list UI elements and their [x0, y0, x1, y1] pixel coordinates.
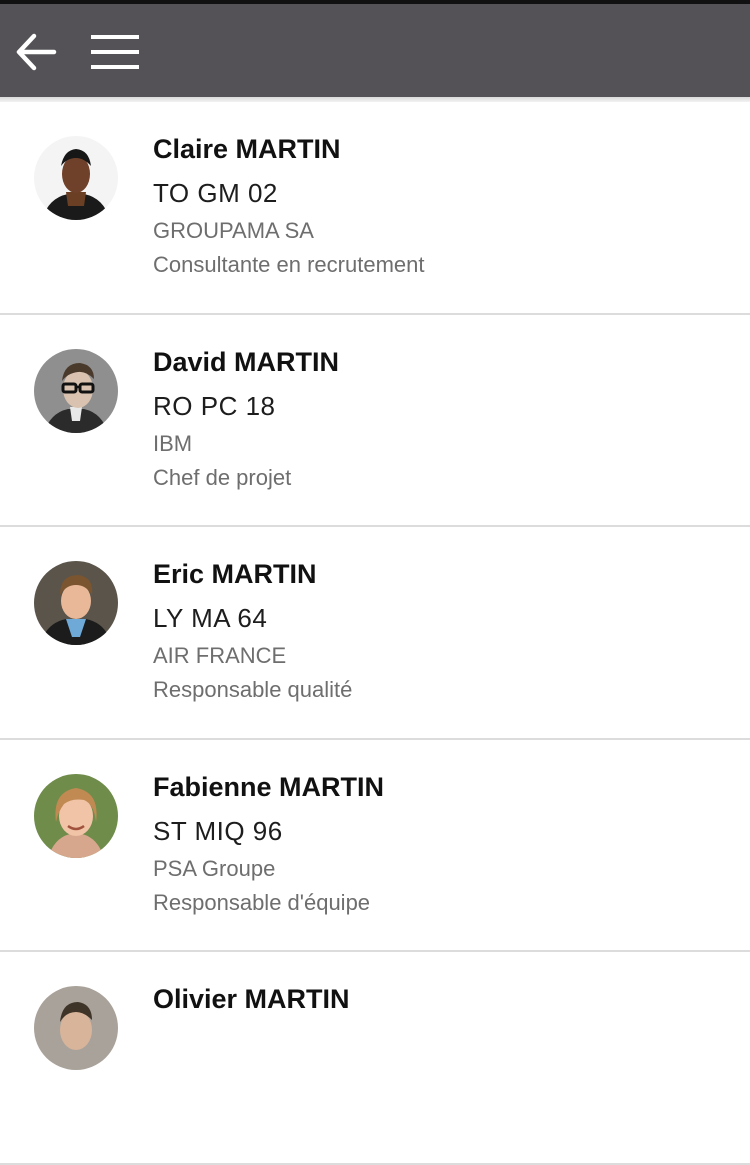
- avatar: [34, 986, 118, 1070]
- avatar: [34, 561, 118, 645]
- app-header: [0, 0, 750, 97]
- contact-item[interactable]: Eric MARTIN LY MA 64 AIR FRANCE Responsa…: [0, 527, 750, 740]
- contact-code: RO PC 18: [153, 390, 276, 421]
- contact-role: Chef de projet: [153, 464, 292, 490]
- contact-item[interactable]: Olivier MARTIN: [0, 952, 750, 1165]
- contact-name: David MARTIN: [153, 346, 340, 377]
- contact-role: Responsable qualité: [153, 677, 353, 702]
- contact-company: IBM: [153, 430, 193, 456]
- contact-item[interactable]: Fabienne MARTIN ST MIQ 96 PSA Groupe Res…: [0, 739, 750, 952]
- contact-company: AIR FRANCE: [153, 643, 287, 668]
- contact-item[interactable]: David MARTIN RO PC 18 IBM Chef de projet: [0, 314, 750, 527]
- avatar: [34, 773, 118, 858]
- contact-list: Claire MARTIN TO GM 02 GROUPAMA SA Consu…: [0, 102, 750, 1165]
- contact-code: TO GM 02: [153, 178, 278, 208]
- contact-role: Consultante en recrutement: [153, 252, 425, 277]
- contact-role: Responsable d'équipe: [153, 889, 371, 915]
- contact-company: GROUPAMA SA: [153, 218, 314, 243]
- contact-name: Claire MARTIN: [153, 134, 341, 164]
- contact-name: Fabienne MARTIN: [153, 771, 385, 802]
- arrow-left-icon: [16, 33, 57, 71]
- hamburger-menu-icon: [91, 35, 139, 69]
- contact-code: ST MIQ 96: [153, 815, 283, 846]
- avatar: [34, 136, 118, 220]
- avatar: [34, 348, 118, 433]
- menu-button[interactable]: [86, 26, 144, 78]
- contact-company: PSA Groupe: [153, 855, 276, 881]
- contact-name: Eric MARTIN: [153, 559, 317, 589]
- back-button[interactable]: [10, 26, 62, 78]
- contact-code: LY MA 64: [153, 603, 268, 633]
- contact-item[interactable]: Claire MARTIN TO GM 02 GROUPAMA SA Consu…: [0, 102, 750, 315]
